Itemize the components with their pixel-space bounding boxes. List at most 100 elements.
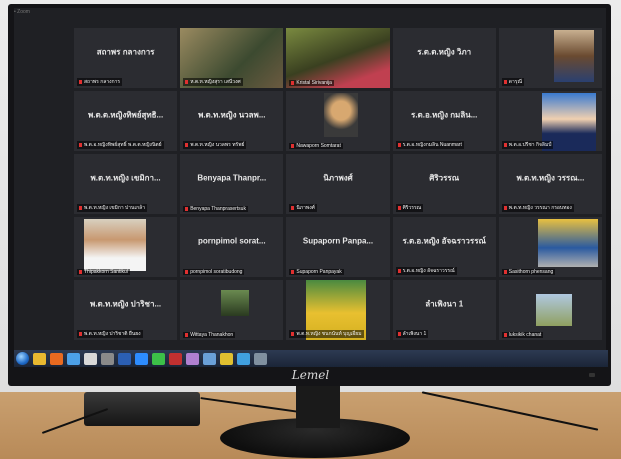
zoom-icon[interactable] [135,352,148,365]
participant-display-name: พ.ต.ท.หญิง วรรณ... [516,173,585,183]
explorer-icon[interactable] [67,352,80,365]
participant-name-label: Wittaya Thanakhon [183,332,236,338]
power-button[interactable] [589,373,595,377]
start-orb-icon[interactable] [16,352,29,365]
muted-mic-icon [79,269,82,274]
participant-label-text: Nawaporn Somtarat [296,143,341,149]
participant-display-name: ศิริวรรณ [429,173,460,183]
display-icon[interactable] [237,352,250,365]
muted-mic-icon [291,80,295,85]
participant-gallery: สถาพร กลางการ สถาพร กลางการ ห.ต.ห.หญิงสุรา… [74,28,602,340]
participant-tile[interactable]: นิภาพงศ์ นิภาพงศ์ [286,154,390,214]
participant-tile[interactable]: ร.ต.อ.หญิง กมลิน... ร.ต.อ.หญิงกมลิน Nuanm… [392,91,496,151]
participant-tile[interactable]: พ.ต.ท.หญิง นวลพ... พ.ต.ท.หญิง นวลพร ทรัพย… [180,91,284,151]
participant-tile[interactable]: Benyapa Thanpr... Benyapa Thanprasertsuk [180,154,284,214]
participant-display-name: สถาพร กลางการ [96,47,155,57]
participant-name-label: Sasithorn phensang [501,269,556,275]
participant-display-name: พ.ต.ท.หญิง นวลพ... [198,110,266,120]
participant-name-label: พ.ต.ท.หญิง ปาริชาติ ยืนยง [77,330,143,338]
folder-icon[interactable] [33,352,46,365]
participant-label-text: พ.ต.ท.หญิง วรรณา กรอบทอง [508,205,572,211]
participant-display-name: Benyapa Thanpr... [197,173,267,183]
word-icon[interactable] [118,352,131,365]
network-icon[interactable] [101,352,114,365]
participant-tile[interactable]: ดารุณี [498,28,602,88]
muted-mic-icon [397,268,401,273]
chrome-icon-2[interactable] [220,352,233,365]
participant-name-label: พ.ต.อ.หญิงทิพย์สุทธิ์ พ.ต.ต.หญิงนิตย์ [77,141,164,149]
participant-label-text: ร.ต.อ.หญิงกมลิน Nuanmart [402,142,462,148]
participant-label-text: นิภาพงศ์ [296,205,315,211]
participant-name-label: พ.ต.ท.หญิง เขมิกา ปานเกล้า [77,204,148,212]
muted-mic-icon [397,205,401,210]
participant-label-text: พ.ต.ท.หญิง ชนกนันท์ บุญเอี่ยม [296,331,362,337]
participant-video [535,294,572,326]
muted-mic-icon [185,206,189,211]
participant-tile[interactable]: Kristal Sirivanija [286,28,390,88]
muted-mic-icon [79,205,82,210]
muted-mic-icon [503,205,507,210]
participant-name-label: Benyapa Thanprasertsuk [183,206,248,212]
participant-label-text: พ.ต.ท.หญิง เขมิกา ปานเกล้า [84,205,146,211]
participant-tile[interactable]: pornpimol sorat... pornpimol soratibudong [180,217,284,277]
participant-tile[interactable]: พ.ต.ท.หญิง ปาริชา... พ.ต.ท.หญิง ปาริชาติ … [74,280,178,340]
line-icon[interactable] [152,352,165,365]
participant-name-label: Supaporn Panpayak [289,269,344,275]
participant-tile[interactable]: ร.ต.ต.หญิง วิภา [392,28,496,88]
participant-tile[interactable]: ห.ต.ห.หญิงสุรา เสนีวงศ [180,28,284,88]
settings-icon[interactable] [254,352,267,365]
participant-label-text: Benyapa Thanprasertsuk [190,206,246,212]
participant-tile[interactable]: ศิริวรรณ ศิริวรรณ [392,154,496,214]
media-player-icon[interactable] [50,352,63,365]
participant-label-text: pornpimol soratibudong [190,269,243,275]
participant-display-name: พ.ต.ต.หญิงทิพย์สุทธิ... [87,110,164,120]
participant-label-text: พ.ต.ท.หญิง ปาริชาติ ยืนยง [84,331,141,337]
participant-label-text: พ.ต.อ.ปรีชา กิจลิมป์ [508,142,552,148]
participant-name-label: ร.ต.อ.หญิง อัจฉราวรรณ์ [395,267,457,275]
participant-tile[interactable]: พ.ต.อ.ปรีชา กิจลิมป์ [498,91,602,151]
participant-label-text: พ.ต.ท.หญิง นวลพร ทรัพย์ [190,142,245,148]
monitor-stand-neck [296,386,340,428]
muted-mic-icon [185,79,189,84]
participant-label-text: Kristal Sirivanija [296,80,332,86]
participant-tile[interactable]: พ.ต.ท.หญิง เขมิกา... พ.ต.ท.หญิง เขมิกา ปา… [74,154,178,214]
participant-name-label: luksikik chanat [501,332,544,338]
chrome-icon[interactable] [84,352,97,365]
participant-label-text: ลำเพิงนา 1 [402,331,427,337]
photo-icon[interactable] [186,352,199,365]
participant-name-label: pornpimol soratibudong [183,269,245,275]
participant-tile[interactable]: พ.ต.ต.หญิงทิพย์สุทธิ... พ.ต.อ.หญิงทิพย์สุ… [74,91,178,151]
participant-display-name: Supaporn Panpa... [302,236,374,246]
participant-name-label: ศิริวรรณ [395,204,424,212]
participant-display-name: พ.ต.ท.หญิง ปาริชา... [90,299,162,309]
muted-mic-icon [185,332,189,337]
participant-tile[interactable]: สถาพร กลางการ สถาพร กลางการ [74,28,178,88]
muted-mic-icon [397,331,401,336]
participant-tile[interactable]: Nawaporn Somtarat [286,91,390,151]
participant-display-name: ร.ต.อ.หญิง กมลิน... [411,110,478,120]
participant-video [553,30,594,82]
participant-tile[interactable]: ร.ต.อ.หญิง อัจฉราวรรณ์ ร.ต.อ.หญิง อัจฉราว… [392,217,496,277]
participant-display-name: พ.ต.ท.หญิง เขมิกา... [90,173,161,183]
app-icon-2[interactable] [203,352,216,365]
muted-mic-icon [79,142,82,147]
participant-tile[interactable]: พ.ต.ท.หญิง ชนกนันท์ บุญเอี่ยม [286,280,390,340]
participant-tile[interactable]: luksikik chanat [498,280,602,340]
window-title: • Zoom [14,9,30,15]
participant-tile[interactable]: พ.ต.ท.หญิง วรรณ... พ.ต.ท.หญิง วรรณา กรอบท… [498,154,602,214]
participant-tile[interactable]: Wittaya Thanakhon [180,280,284,340]
participant-video [84,219,146,271]
participant-name-label: ร.ต.อ.หญิงกมลิน Nuanmart [395,141,464,149]
participant-tile[interactable]: Supaporn Panpa... Supaporn Panpayak [286,217,390,277]
participant-display-name: ลำเพิงนา 1 [425,299,464,309]
app-icon[interactable] [169,352,182,365]
participant-label-text: พ.ต.อ.หญิงทิพย์สุทธิ์ พ.ต.ต.หญิงนิตย์ [84,142,162,148]
muted-mic-icon [185,142,189,147]
muted-mic-icon [79,79,82,84]
participant-tile[interactable]: Thipakkorn Santikul [74,217,178,277]
participant-tile[interactable]: ลำเพิงนา 1 ลำเพิงนา 1 [392,280,496,340]
participant-display-name: pornpimol sorat... [198,236,266,246]
participant-tile[interactable]: Sasithorn phensang [498,217,602,277]
participant-display-name: นิภาพงศ์ [323,173,353,183]
muted-mic-icon [185,269,189,274]
